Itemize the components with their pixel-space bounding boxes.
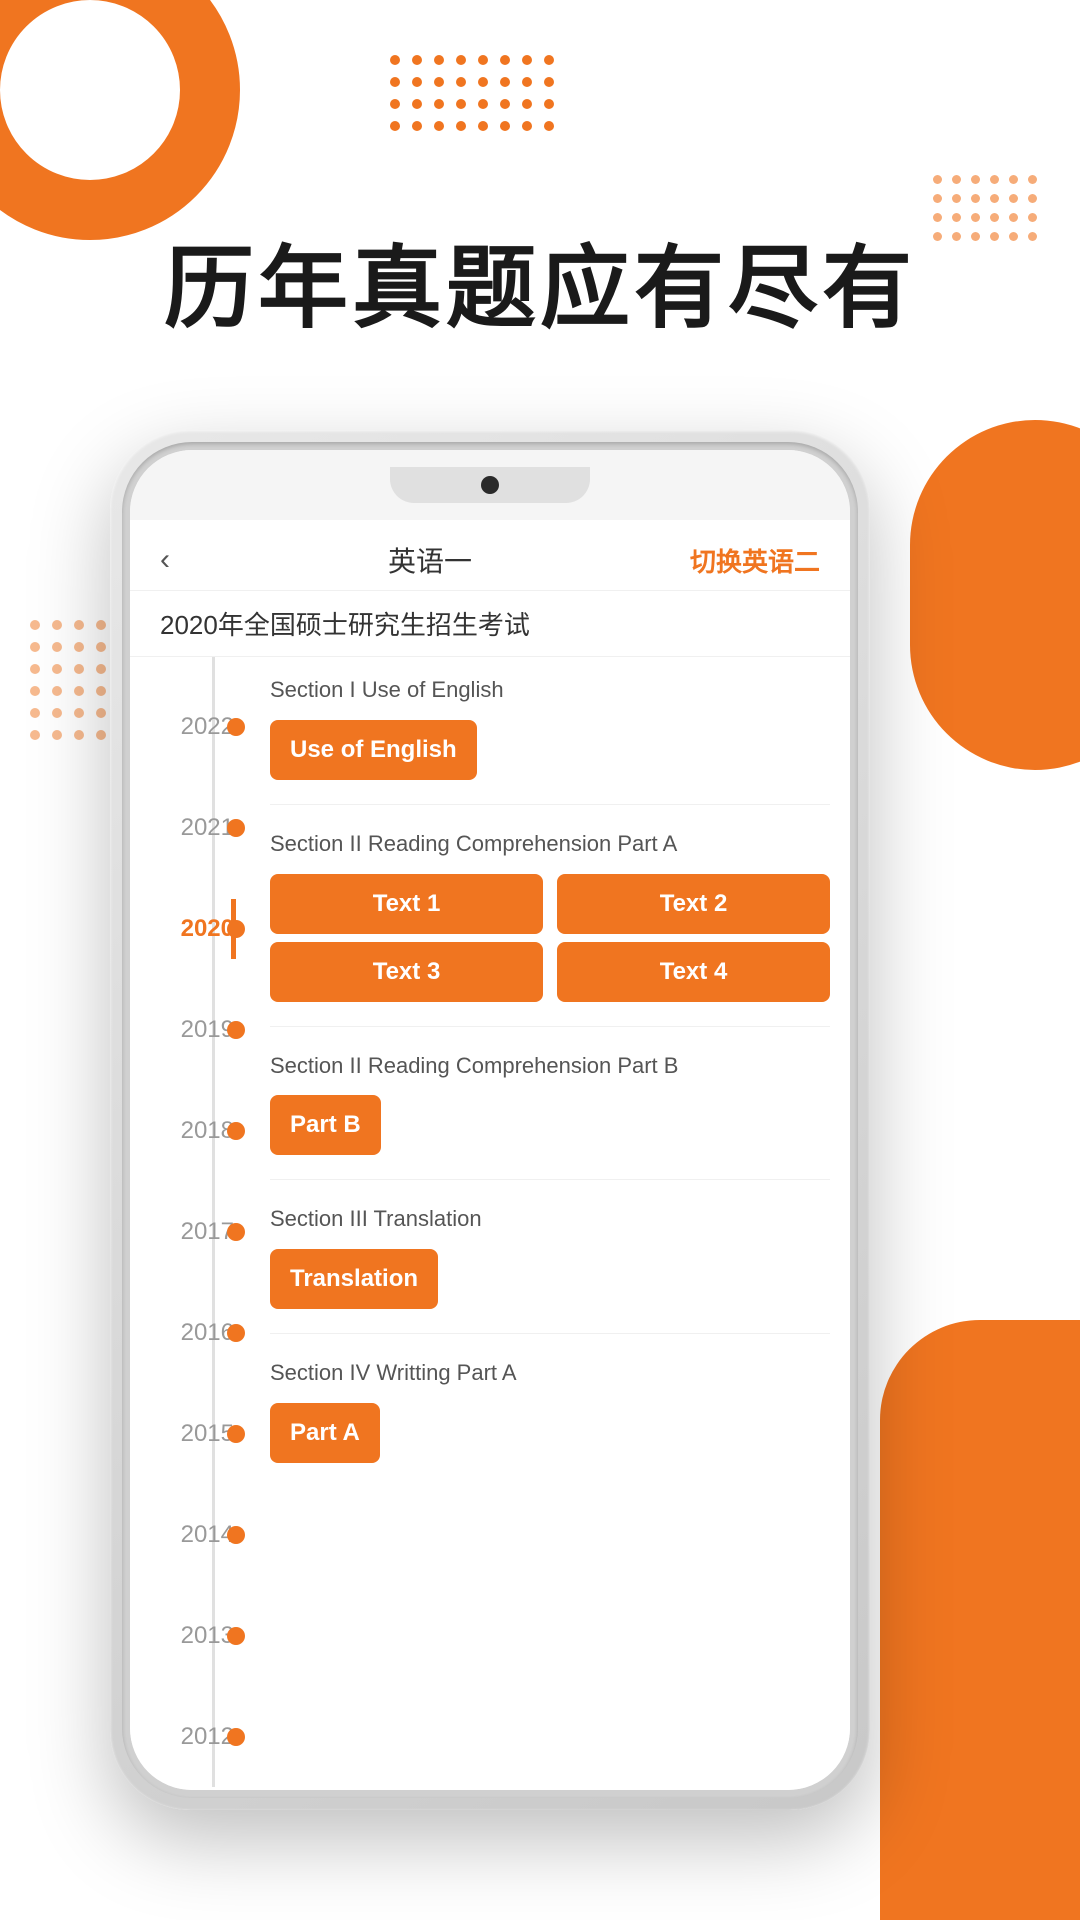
section1-label: Section I Use of English [270,675,830,706]
year-2015: 2015 [181,1420,234,1448]
timeline-item-2019[interactable]: 2019 [130,980,250,1081]
section2b-label: Section II Reading Comprehension Part B [270,1051,830,1082]
section2a-buttons-row1: Text 1 Text 2 [270,874,830,934]
timeline-item-2014[interactable]: 2014 [130,1484,250,1585]
partb-button[interactable]: Part B [270,1095,381,1155]
timeline-dot-2018 [227,1122,245,1140]
deco-orange-bottom-right [880,1320,1080,1920]
timeline-dot-2014 [227,1526,245,1544]
section3-buttons: Translation [270,1249,830,1309]
section-use-of-english: Section I Use of English Use of English [270,657,830,798]
year-2014: 2014 [181,1521,234,1549]
timeline-dot-2015 [227,1425,245,1443]
timeline-dot-2017 [227,1223,245,1241]
use-of-english-button[interactable]: Use of English [270,720,477,780]
timeline-dot-2020 [227,920,245,938]
back-button[interactable]: ‹ [160,543,170,577]
content-area: Section I Use of English Use of English … [250,657,850,1787]
year-2012: 2012 [181,1723,234,1751]
parta-button[interactable]: Part A [270,1403,380,1463]
phone-notch [390,467,590,503]
deco-circle-right-mid [910,420,1080,770]
phone-notch-bar [130,450,850,520]
timeline-dot-2021 [227,819,245,837]
divider-2 [270,1026,830,1027]
timeline-item-2021[interactable]: 2021 [130,778,250,879]
app-body: 2022 2021 2020 [130,657,850,1787]
divider-1 [270,804,830,805]
section-translation: Section III Translation Translation [270,1186,830,1327]
timeline-item-2020[interactable]: 2020 [130,879,250,980]
section2a-buttons-row2: Text 3 Text 4 [270,942,830,1002]
timeline-dot-2013 [227,1627,245,1645]
text3-button[interactable]: Text 3 [270,942,543,1002]
text4-button[interactable]: Text 4 [557,942,830,1002]
section4-label: Section IV Writting Part A [270,1358,830,1389]
phone-mockup: ‹ 英语一 切换英语二 2020年全国硕士研究生招生考试 20 [110,430,870,1810]
exam-subtitle: 2020年全国硕士研究生招生考试 [130,591,850,657]
header-title: 英语一 [388,540,472,580]
timeline-dot-2019 [227,1021,245,1039]
app-header: ‹ 英语一 切换英语二 [130,520,850,591]
section2b-buttons: Part B [270,1095,830,1155]
year-2017: 2017 [181,1218,234,1246]
timeline-dot-2022 [227,718,245,736]
section3-label: Section III Translation [270,1204,830,1235]
year-2019: 2019 [181,1016,234,1044]
timeline-item-2017[interactable]: 2017 [130,1182,250,1283]
timeline-item-2015[interactable]: 2015 [130,1383,250,1484]
section2a-label: Section II Reading Comprehension Part A [270,829,830,860]
section4-buttons: Part A [270,1403,830,1463]
year-2016: 2016 [181,1319,234,1347]
timeline-item-2016[interactable]: 2016 [130,1282,250,1383]
year-2018: 2018 [181,1117,234,1145]
timeline-item-2012[interactable]: 2012 [130,1686,250,1787]
switch-language-button[interactable]: 切换英语二 [690,542,820,579]
divider-4 [270,1333,830,1334]
text1-button[interactable]: Text 1 [270,874,543,934]
timeline-dot-2016 [227,1324,245,1342]
text2-button[interactable]: Text 2 [557,874,830,934]
section-reading-partb: Section II Reading Comprehension Part B … [270,1033,830,1174]
section-writing-parta: Section IV Writting Part A Part A [270,1340,830,1481]
year-2013: 2013 [181,1622,234,1650]
page-headline: 历年真题应有尽有 [0,240,1080,339]
section1-buttons: Use of English [270,720,830,780]
timeline-item-2013[interactable]: 2013 [130,1585,250,1686]
divider-3 [270,1179,830,1180]
deco-circle-top-left [0,0,240,240]
deco-dots-top-center [390,55,558,135]
timeline-item-2022[interactable]: 2022 [130,677,250,778]
year-2021: 2021 [181,814,234,842]
deco-dots-top-right [933,175,1040,244]
section-reading-parta: Section II Reading Comprehension Part A … [270,811,830,1020]
translation-button[interactable]: Translation [270,1249,438,1309]
timeline-dot-2012 [227,1728,245,1746]
year-2020: 2020 [181,915,234,943]
phone-camera [481,476,499,494]
year-2022: 2022 [181,713,234,741]
app-content: ‹ 英语一 切换英语二 2020年全国硕士研究生招生考试 20 [130,520,850,1790]
timeline-item-2018[interactable]: 2018 [130,1081,250,1182]
timeline-sidebar: 2022 2021 2020 [130,657,250,1787]
